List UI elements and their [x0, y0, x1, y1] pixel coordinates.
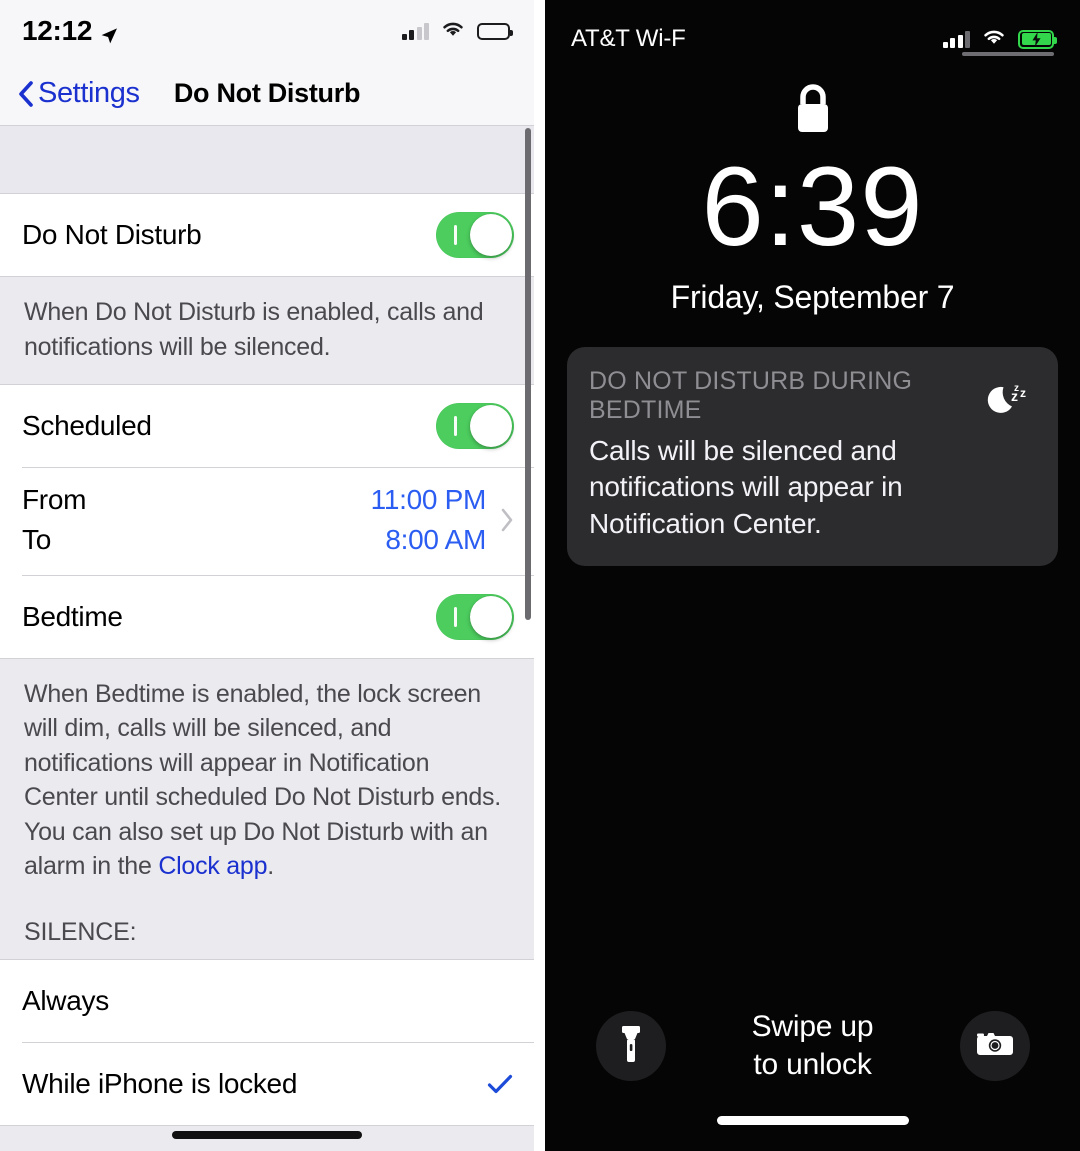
status-bar-underline	[962, 52, 1054, 56]
flashlight-icon	[618, 1024, 644, 1069]
lock-screen-bottom-bar: Swipe up to unlock	[545, 1008, 1080, 1151]
toggle-on-mark	[454, 416, 457, 436]
schedule-values-wrap: 11:00 PM 8:00 AM	[371, 482, 514, 559]
from-label: From	[22, 484, 87, 515]
do-not-disturb-group: Do Not Disturb	[0, 194, 534, 276]
lock-screen-quick-actions: Swipe up to unlock	[545, 1008, 1080, 1084]
do-not-disturb-toggle[interactable]	[436, 212, 514, 258]
schedule-values: 11:00 PM 8:00 AM	[371, 482, 487, 559]
chevron-left-icon	[18, 80, 33, 107]
list-top-spacer	[0, 126, 534, 194]
from-value[interactable]: 11:00 PM	[371, 482, 487, 519]
lock-icon-wrapper	[545, 80, 1080, 141]
settings-phone-screen: 12:12 Settings Do Not Disturb Do Not Dis…	[0, 0, 534, 1151]
notification-text-block: DO NOT DISTURB DURING BEDTIME Calls will…	[589, 367, 968, 542]
lock-screen-date: Friday, September 7	[670, 279, 955, 315]
scheduled-toggle[interactable]	[436, 403, 514, 449]
schedule-labels: From To	[22, 482, 86, 559]
home-indicator	[716, 1116, 909, 1125]
dual-phone-screenshot: 12:12 Settings Do Not Disturb Do Not Dis…	[0, 0, 1080, 1151]
silence-option-always[interactable]: Always	[0, 959, 534, 1042]
scheduled-group: Scheduled From To 11:00 PM 8:00 AM Bedti…	[0, 385, 534, 658]
lock-closed-icon	[791, 80, 835, 141]
vertical-scrollbar[interactable]	[525, 128, 531, 620]
silence-option-label: Always	[22, 984, 109, 1016]
camera-button[interactable]	[959, 1011, 1030, 1082]
settings-nav-bar: Settings Do Not Disturb	[0, 62, 534, 126]
row-scheduled[interactable]: Scheduled	[0, 385, 534, 467]
settings-status-bar: 12:12	[0, 0, 534, 62]
lock-screen-clock: 6:39	[701, 144, 924, 269]
toggle-knob	[470, 595, 512, 638]
back-button-label: Settings	[38, 77, 140, 109]
location-arrow-icon	[99, 21, 119, 44]
row-label-do-not-disturb: Do Not Disturb	[22, 219, 202, 250]
bedtime-footnote-part2: .	[267, 852, 274, 881]
bedtime-footnote-part1: When Bedtime is enabled, the lock screen…	[24, 679, 502, 881]
lock-screen-status-icons	[942, 27, 1057, 51]
svg-text:z: z	[1020, 386, 1026, 400]
settings-status-icons	[401, 19, 513, 43]
bedtime-footnote: When Bedtime is enabled, the lock screen…	[0, 658, 534, 904]
notification-title: DO NOT DISTURB DURING BEDTIME	[589, 367, 913, 424]
swipe-up-hint: Swipe up to unlock	[718, 1008, 908, 1084]
clock-app-link[interactable]: Clock app	[158, 852, 267, 880]
back-to-settings-button[interactable]: Settings	[18, 77, 140, 110]
status-bar-time-group: 12:12	[22, 15, 119, 47]
phone-gap	[534, 0, 545, 1151]
toggle-knob	[470, 214, 512, 256]
silence-option-while-locked[interactable]: While iPhone is locked	[0, 1042, 534, 1125]
bedtime-toggle[interactable]	[436, 593, 514, 640]
carrier-label: AT&T Wi-F	[571, 25, 686, 52]
row-do-not-disturb[interactable]: Do Not Disturb	[0, 194, 534, 276]
toggle-on-mark	[454, 225, 457, 245]
swipe-hint-line-2: to unlock	[753, 1048, 872, 1082]
do-not-disturb-footnote: When Do Not Disturb is enabled, calls an…	[0, 277, 534, 384]
flashlight-button[interactable]	[595, 1011, 666, 1082]
to-label: To	[22, 523, 51, 555]
home-indicator	[172, 1131, 362, 1139]
camera-icon	[975, 1029, 1015, 1064]
to-value[interactable]: 8:00 AM	[385, 522, 486, 559]
toggle-on-mark	[454, 606, 457, 627]
swipe-hint-line-1: Swipe up	[751, 1010, 874, 1044]
row-label-scheduled: Scheduled	[22, 410, 152, 441]
lock-screen-status-bar: AT&T Wi-F	[545, 0, 1080, 64]
battery-full-icon	[477, 22, 513, 40]
lock-screen-phone: AT&T Wi-F 6:39 Friday, September 7 DO NO…	[545, 0, 1080, 1151]
silence-section-header: SILENCE:	[0, 903, 534, 959]
svg-text:z: z	[1011, 388, 1018, 404]
cellular-signal-icon	[942, 31, 970, 48]
row-label-bedtime: Bedtime	[22, 600, 123, 632]
silence-options-group: Always While iPhone is locked	[0, 959, 534, 1125]
battery-charging-icon	[1018, 29, 1057, 49]
chevron-right-icon	[500, 507, 514, 533]
status-bar-time: 12:12	[22, 15, 93, 46]
checkmark-icon	[486, 1070, 514, 1098]
row-bedtime[interactable]: Bedtime	[0, 575, 534, 658]
cellular-signal-icon	[401, 23, 429, 40]
moon-zzz-icon: z z z	[982, 375, 1036, 434]
toggle-knob	[470, 405, 512, 447]
wifi-icon	[981, 27, 1007, 51]
settings-list: Do Not Disturb When Do Not Disturb is en…	[0, 126, 534, 1151]
silence-option-label: While iPhone is locked	[22, 1067, 298, 1099]
do-not-disturb-notification-card[interactable]: DO NOT DISTURB DURING BEDTIME Calls will…	[567, 347, 1058, 567]
wifi-icon	[440, 19, 466, 43]
notification-body: Calls will be silenced and notifications…	[589, 435, 903, 539]
row-schedule-times[interactable]: From To 11:00 PM 8:00 AM	[0, 468, 534, 575]
